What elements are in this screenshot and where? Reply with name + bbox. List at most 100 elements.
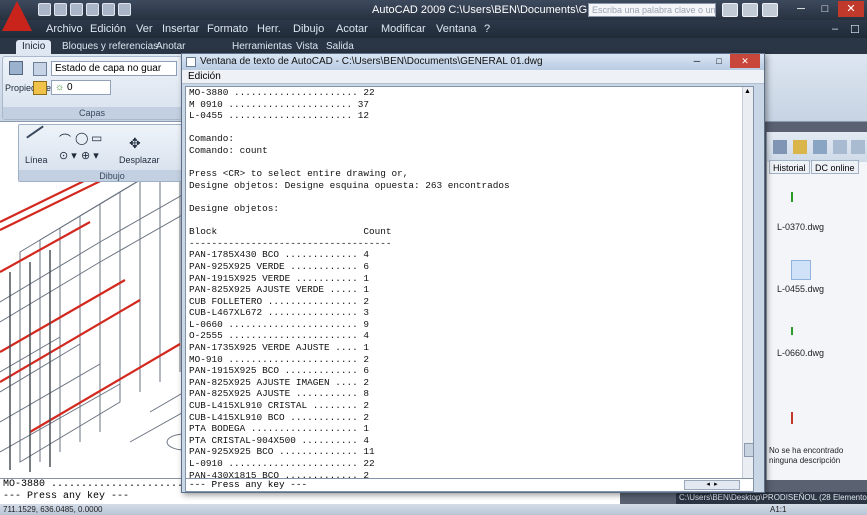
save-icon[interactable] bbox=[70, 3, 83, 16]
menu-acotar[interactable]: Acotar bbox=[336, 23, 368, 35]
tw-maximize-button[interactable]: □ bbox=[708, 54, 730, 68]
log-line: CUB-L467XL672 ................ 3 bbox=[189, 307, 370, 319]
rectangle-icon[interactable]: ▭ bbox=[91, 131, 102, 145]
log-line: PAN-1785X430 BCO ............. 4 bbox=[189, 249, 370, 261]
menu-archivo[interactable]: Archivo bbox=[46, 23, 83, 35]
log-line: PAN-825X925 AJUSTE VERDE ..... 1 bbox=[189, 284, 370, 296]
text-window-title: Ventana de texto de AutoCAD - C:\Users\B… bbox=[200, 56, 543, 67]
log-line: L-0660 ....................... 9 bbox=[189, 318, 370, 330]
log-line: ------------------------------------ bbox=[189, 237, 392, 249]
communication-icon[interactable] bbox=[742, 3, 758, 17]
layer-state-icon[interactable] bbox=[33, 62, 47, 76]
text-window-prompt[interactable]: --- Press any key --- ◂ ▸ bbox=[185, 478, 754, 492]
hatch-icon[interactable]: ⊕ ▾ bbox=[81, 149, 99, 162]
layer-state-combo[interactable]: Estado de capa no guar bbox=[51, 61, 177, 76]
coordinates-readout: 711.1529, 636.0485, 0.0000 bbox=[3, 505, 103, 514]
horizontal-scrollbar[interactable]: ◂ ▸ bbox=[684, 480, 740, 490]
status-bar: 711.1529, 636.0485, 0.0000 A1:1 bbox=[0, 504, 867, 515]
menu-dibujo[interactable]: Dibujo bbox=[293, 23, 324, 35]
arc-icon[interactable]: ⊙ ▾ bbox=[59, 149, 77, 162]
circle-icon[interactable]: ◯ bbox=[75, 131, 88, 145]
tree-toggle-icon[interactable] bbox=[833, 140, 847, 154]
load-icon[interactable] bbox=[813, 140, 827, 154]
log-line: Block Count bbox=[189, 226, 392, 238]
log-line: PTA CRISTAL-904X500 .......... 4 bbox=[189, 434, 370, 446]
tab-historial[interactable]: Historial bbox=[769, 160, 810, 174]
dibujo-panel-title: Dibujo bbox=[19, 170, 205, 181]
log-line: Comando: bbox=[189, 133, 235, 145]
menu-bar: Archivo Edición Ver Insertar Formato Her… bbox=[0, 20, 867, 38]
log-line: PAN-1915X925 BCO ............. 6 bbox=[189, 365, 370, 377]
thumbnail-l0370[interactable] bbox=[791, 192, 793, 202]
linea-label: Línea bbox=[25, 155, 48, 165]
palette-toolbar bbox=[767, 132, 867, 162]
menu-help[interactable]: ? bbox=[484, 23, 490, 35]
log-line: L-0910 ....................... 22 bbox=[189, 458, 375, 469]
log-line: MO-3880 ...................... 22 bbox=[189, 87, 375, 98]
vertical-scrollbar[interactable]: ▲ bbox=[742, 87, 753, 481]
doc-minimize-button[interactable]: – bbox=[832, 23, 838, 35]
thumbnail-l0660[interactable] bbox=[791, 327, 793, 335]
tab-dc-online[interactable]: DC online bbox=[811, 160, 859, 174]
palette-item-l0455[interactable]: L-0455.dwg bbox=[777, 284, 824, 294]
scroll-thumb[interactable] bbox=[744, 443, 753, 457]
line-icon[interactable] bbox=[26, 125, 44, 139]
ribbon-tabs: Inicio Bloques y referencias Anotar Herr… bbox=[0, 38, 867, 54]
preview-icon[interactable] bbox=[851, 140, 865, 154]
tab-herramientas[interactable]: Herramientas bbox=[226, 40, 298, 54]
menu-ver[interactable]: Ver bbox=[136, 23, 153, 35]
thumbnail-l0455[interactable] bbox=[791, 260, 811, 280]
text-window-titlebar[interactable]: Ventana de texto de AutoCAD - C:\Users\B… bbox=[182, 54, 764, 70]
tab-bloques[interactable]: Bloques y referencias bbox=[56, 40, 164, 54]
sun-icon: ☼ bbox=[55, 82, 65, 93]
tab-vista[interactable]: Vista bbox=[290, 40, 324, 54]
tab-anotar[interactable]: Anotar bbox=[150, 40, 191, 54]
title-bar: AutoCAD 2009 C:\Users\BEN\Documents\GENE… bbox=[0, 0, 867, 20]
open-icon[interactable] bbox=[54, 3, 67, 16]
log-line: PAN-825X925 AJUSTE ........... 8 bbox=[189, 388, 370, 400]
binoculars-icon[interactable] bbox=[722, 3, 738, 17]
menu-herr[interactable]: Herr. bbox=[257, 23, 281, 35]
move-icon[interactable]: ✥ bbox=[129, 135, 141, 152]
log-line: CUB-L415XL910 CRISTAL ........ 2 bbox=[189, 400, 370, 412]
layer-properties-icon[interactable] bbox=[9, 61, 23, 75]
search-input[interactable]: Escriba una palabra clave o una frase bbox=[588, 3, 716, 17]
tw-close-button[interactable]: ✕ bbox=[730, 54, 760, 68]
help-icon[interactable] bbox=[762, 3, 778, 17]
menu-ventana[interactable]: Ventana bbox=[436, 23, 476, 35]
lightbulb-icon[interactable] bbox=[33, 81, 47, 95]
redo-icon[interactable] bbox=[118, 3, 131, 16]
log-line: PAN-925X925 BCO .............. 11 bbox=[189, 446, 375, 458]
tw-minimize-button[interactable]: ─ bbox=[686, 54, 708, 68]
text-window-body[interactable]: MO-3880 ...................... 22 M 0910 … bbox=[185, 86, 754, 482]
palette-item-l0370[interactable]: L-0370.dwg bbox=[777, 222, 824, 232]
log-line: MO-910 ....................... 2 bbox=[189, 353, 370, 365]
log-line: PAN-825X925 AJUSTE IMAGEN .... 2 bbox=[189, 376, 370, 388]
close-button[interactable]: ✕ bbox=[838, 1, 864, 17]
maximize-button[interactable]: □ bbox=[814, 1, 836, 17]
palette-item-l0660[interactable]: L-0660.dwg bbox=[777, 348, 824, 358]
search-icon[interactable] bbox=[773, 140, 787, 154]
menu-formato[interactable]: Formato bbox=[207, 23, 248, 35]
menu-insertar[interactable]: Insertar bbox=[162, 23, 199, 35]
print-icon[interactable] bbox=[86, 3, 99, 16]
minimize-button[interactable]: ─ bbox=[790, 1, 812, 17]
tab-inicio[interactable]: Inicio bbox=[16, 40, 52, 54]
new-icon[interactable] bbox=[38, 3, 51, 16]
undo-icon[interactable] bbox=[102, 3, 115, 16]
scroll-up-icon[interactable]: ▲ bbox=[744, 88, 751, 95]
favorites-icon[interactable] bbox=[793, 140, 807, 154]
menu-edicion[interactable]: Edición bbox=[90, 23, 126, 35]
tw-menu-edicion[interactable]: Edición bbox=[188, 71, 221, 82]
doc-close-button[interactable]: ☐ bbox=[850, 23, 860, 36]
annotation-scale[interactable]: A1:1 bbox=[770, 504, 786, 515]
log-line: M 0910 ...................... 37 bbox=[189, 98, 370, 110]
layer-combo[interactable]: ☼ 0 bbox=[51, 80, 111, 95]
polyline-icon[interactable]: ⌒ bbox=[59, 131, 71, 148]
tab-salida[interactable]: Salida bbox=[320, 40, 360, 54]
design-center-palette: Historial DC online L-0370.dwg L-0455.dw… bbox=[766, 132, 867, 480]
menu-modificar[interactable]: Modificar bbox=[381, 23, 426, 35]
log-line: PAN-925X925 VERDE ............ 6 bbox=[189, 260, 370, 272]
